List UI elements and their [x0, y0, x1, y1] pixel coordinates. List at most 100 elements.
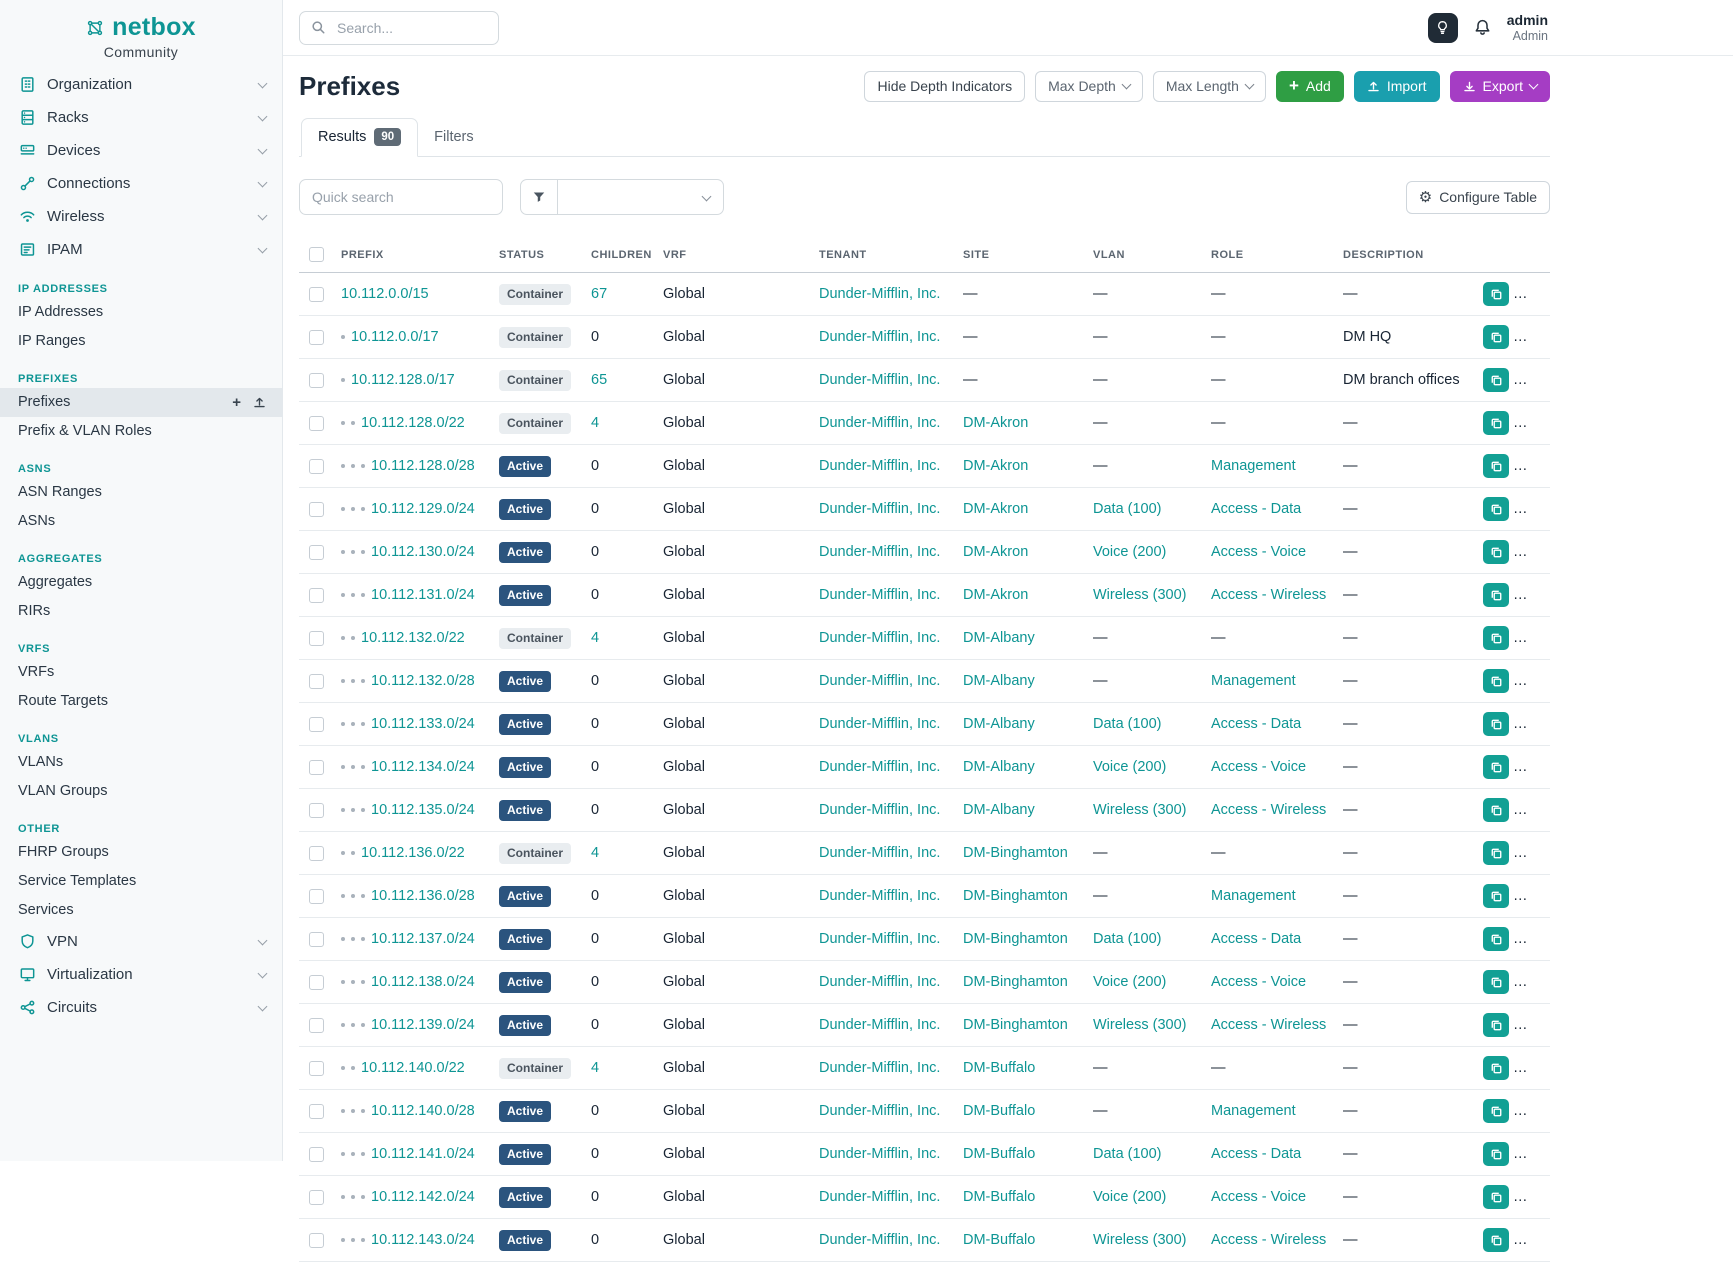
tenant-link[interactable]: Dunder-Mifflin, Inc. [819, 759, 940, 775]
tenant-link[interactable]: Dunder-Mifflin, Inc. [819, 630, 940, 646]
edit-button[interactable] [1517, 755, 1550, 779]
tenant-link[interactable]: Dunder-Mifflin, Inc. [819, 372, 940, 388]
sidebar-item-connections[interactable]: Connections [0, 167, 282, 200]
prefix-link[interactable]: 10.112.141.0/24 [371, 1146, 475, 1162]
sidebar-item-organization[interactable]: Organization [0, 68, 282, 101]
clone-button[interactable] [1483, 1099, 1509, 1123]
sidebar-item-rirs[interactable]: RIRs [0, 597, 282, 626]
tenant-link[interactable]: Dunder-Mifflin, Inc. [819, 544, 940, 560]
children-count-link[interactable]: 4 [591, 415, 599, 431]
clone-button[interactable] [1483, 927, 1509, 951]
clone-button[interactable] [1483, 669, 1509, 693]
prefix-link[interactable]: 10.112.0.0/17 [351, 329, 439, 345]
clone-button[interactable] [1483, 970, 1509, 994]
sidebar-item-vrfs[interactable]: VRFs [0, 658, 282, 687]
role-link[interactable]: Access - Wireless [1211, 1017, 1326, 1033]
site-link[interactable]: DM-Buffalo [963, 1060, 1035, 1076]
clone-button[interactable] [1483, 1142, 1509, 1166]
max-length-dropdown[interactable]: Max Length [1153, 71, 1266, 102]
tenant-link[interactable]: Dunder-Mifflin, Inc. [819, 931, 940, 947]
clone-button[interactable] [1483, 1056, 1509, 1080]
row-checkbox[interactable] [309, 975, 324, 990]
brand[interactable]: netbox Community [0, 0, 282, 68]
prefix-link[interactable]: 10.112.140.0/22 [361, 1060, 465, 1076]
clone-button[interactable] [1483, 755, 1509, 779]
global-search[interactable] [299, 11, 499, 45]
sidebar-item-fhrp-groups[interactable]: FHRP Groups [0, 838, 282, 867]
edit-button[interactable] [1517, 282, 1550, 306]
prefix-link[interactable]: 10.112.131.0/24 [371, 587, 475, 603]
vlan-link[interactable]: Voice (200) [1093, 1189, 1166, 1205]
role-link[interactable]: Access - Wireless [1211, 1232, 1326, 1248]
role-link[interactable]: Access - Wireless [1211, 587, 1326, 603]
clone-button[interactable] [1483, 1013, 1509, 1037]
site-link[interactable]: DM-Buffalo [963, 1103, 1035, 1119]
edit-button[interactable] [1517, 1013, 1550, 1037]
edit-button[interactable] [1517, 540, 1550, 564]
vlan-link[interactable]: Data (100) [1093, 716, 1162, 732]
site-link[interactable]: DM-Akron [963, 501, 1028, 517]
vlan-link[interactable]: Wireless (300) [1093, 1232, 1186, 1248]
row-checkbox[interactable] [309, 674, 324, 689]
vlan-link[interactable]: Wireless (300) [1093, 802, 1186, 818]
edit-button[interactable] [1517, 798, 1550, 822]
site-link[interactable]: DM-Albany [963, 630, 1035, 646]
role-link[interactable]: Access - Voice [1211, 974, 1306, 990]
site-link[interactable]: DM-Albany [963, 759, 1035, 775]
hide-depth-indicators-button[interactable]: Hide Depth Indicators [864, 71, 1025, 102]
sidebar-item-devices[interactable]: Devices [0, 134, 282, 167]
filter-button[interactable] [520, 179, 558, 215]
prefix-link[interactable]: 10.112.128.0/22 [361, 415, 465, 431]
tenant-link[interactable]: Dunder-Mifflin, Inc. [819, 458, 940, 474]
prefix-link[interactable]: 10.112.135.0/24 [371, 802, 475, 818]
role-link[interactable]: Access - Data [1211, 1146, 1301, 1162]
notifications-button[interactable] [1473, 18, 1492, 37]
row-checkbox[interactable] [309, 1190, 324, 1205]
children-count-link[interactable]: 4 [591, 845, 599, 861]
sidebar-item-prefix-vlan-roles[interactable]: Prefix & VLAN Roles [0, 417, 282, 446]
prefix-link[interactable]: 10.112.136.0/28 [371, 888, 475, 904]
column-header-tenant[interactable]: TENANT [811, 239, 955, 273]
clone-button[interactable] [1483, 368, 1509, 392]
tenant-link[interactable]: Dunder-Mifflin, Inc. [819, 1060, 940, 1076]
sidebar-item-asns[interactable]: ASNs [0, 507, 282, 536]
column-header-role[interactable]: ROLE [1203, 239, 1335, 273]
prefix-link[interactable]: 10.112.139.0/24 [371, 1017, 475, 1033]
site-link[interactable]: DM-Albany [963, 802, 1035, 818]
tenant-link[interactable]: Dunder-Mifflin, Inc. [819, 415, 940, 431]
sidebar-item-vlan-groups[interactable]: VLAN Groups [0, 777, 282, 806]
edit-button[interactable] [1517, 411, 1550, 435]
row-checkbox[interactable] [309, 803, 324, 818]
sidebar-item-ip-addresses[interactable]: IP Addresses [0, 298, 282, 327]
tenant-link[interactable]: Dunder-Mifflin, Inc. [819, 1146, 940, 1162]
prefix-link[interactable]: 10.112.130.0/24 [371, 544, 475, 560]
row-checkbox[interactable] [309, 631, 324, 646]
tenant-link[interactable]: Dunder-Mifflin, Inc. [819, 587, 940, 603]
edit-button[interactable] [1517, 1142, 1550, 1166]
edit-button[interactable] [1517, 712, 1550, 736]
theme-toggle-button[interactable] [1428, 13, 1458, 43]
prefix-link[interactable]: 10.112.140.0/28 [371, 1103, 475, 1119]
children-count-link[interactable]: 65 [591, 372, 607, 388]
row-checkbox[interactable] [309, 760, 324, 775]
prefix-link[interactable]: 10.112.132.0/28 [371, 673, 475, 689]
site-link[interactable]: DM-Buffalo [963, 1146, 1035, 1162]
edit-button[interactable] [1517, 970, 1550, 994]
row-checkbox[interactable] [309, 932, 324, 947]
row-checkbox[interactable] [309, 846, 324, 861]
edit-button[interactable] [1517, 454, 1550, 478]
edit-button[interactable] [1517, 1099, 1550, 1123]
edit-button[interactable] [1517, 1228, 1550, 1252]
row-checkbox[interactable] [309, 416, 324, 431]
clone-button[interactable] [1483, 540, 1509, 564]
site-link[interactable]: DM-Akron [963, 587, 1028, 603]
row-checkbox[interactable] [309, 502, 324, 517]
sidebar-item-virtualization[interactable]: Virtualization [0, 958, 282, 991]
tenant-link[interactable]: Dunder-Mifflin, Inc. [819, 802, 940, 818]
edit-button[interactable] [1517, 884, 1550, 908]
vlan-link[interactable]: Voice (200) [1093, 759, 1166, 775]
tenant-link[interactable]: Dunder-Mifflin, Inc. [819, 1189, 940, 1205]
children-count-link[interactable]: 4 [591, 1060, 599, 1076]
row-checkbox[interactable] [309, 287, 324, 302]
tenant-link[interactable]: Dunder-Mifflin, Inc. [819, 845, 940, 861]
